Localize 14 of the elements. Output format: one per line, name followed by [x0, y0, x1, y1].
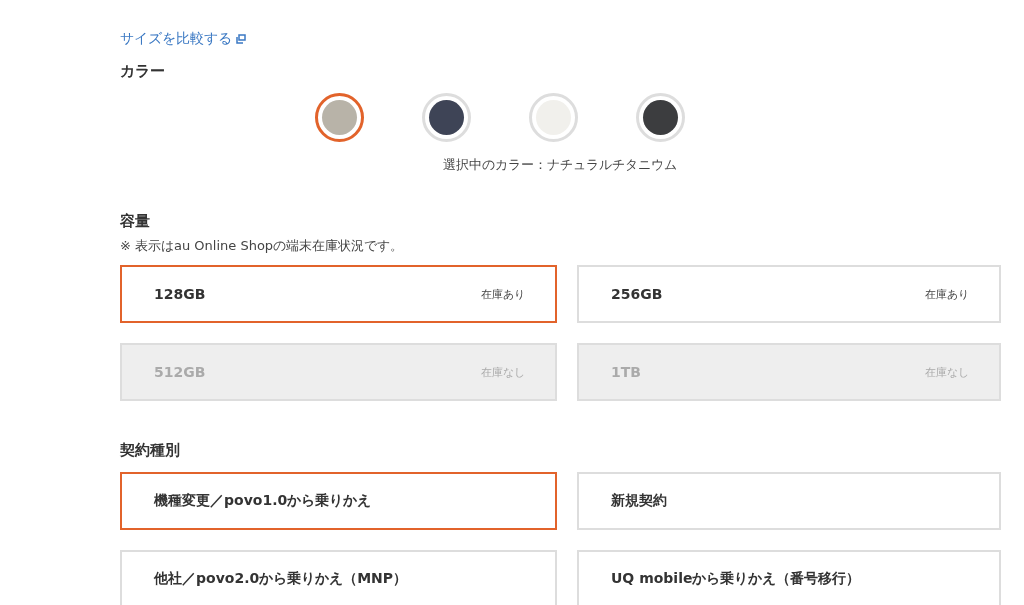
selected-color-label: 選択中のカラー：ナチュラルチタニウム	[442, 156, 678, 174]
external-link-icon	[236, 34, 246, 44]
color-swatch[interactable]	[315, 93, 364, 142]
contract-option[interactable]: 他社／povo2.0から乗りかえ（MNP）	[120, 550, 557, 605]
stock-note: ※ 表示はau Online Shopの端末在庫状況です。	[120, 237, 405, 255]
contract-option[interactable]: UQ mobileから乗りかえ（番号移行）	[577, 550, 1001, 605]
section-heading: 契約種別	[120, 441, 181, 460]
section-heading: 容量	[120, 212, 151, 231]
capacity-option[interactable]: 256GB 在庫あり	[577, 265, 1001, 323]
compare-size-link[interactable]: サイズを比較する	[120, 30, 246, 48]
contract-option[interactable]: 機種変更／povo1.0から乗りかえ	[120, 472, 557, 530]
capacity-option[interactable]: 128GB 在庫あり	[120, 265, 557, 323]
section-heading: カラー	[120, 62, 166, 81]
contract-option[interactable]: 新規契約	[577, 472, 1001, 530]
